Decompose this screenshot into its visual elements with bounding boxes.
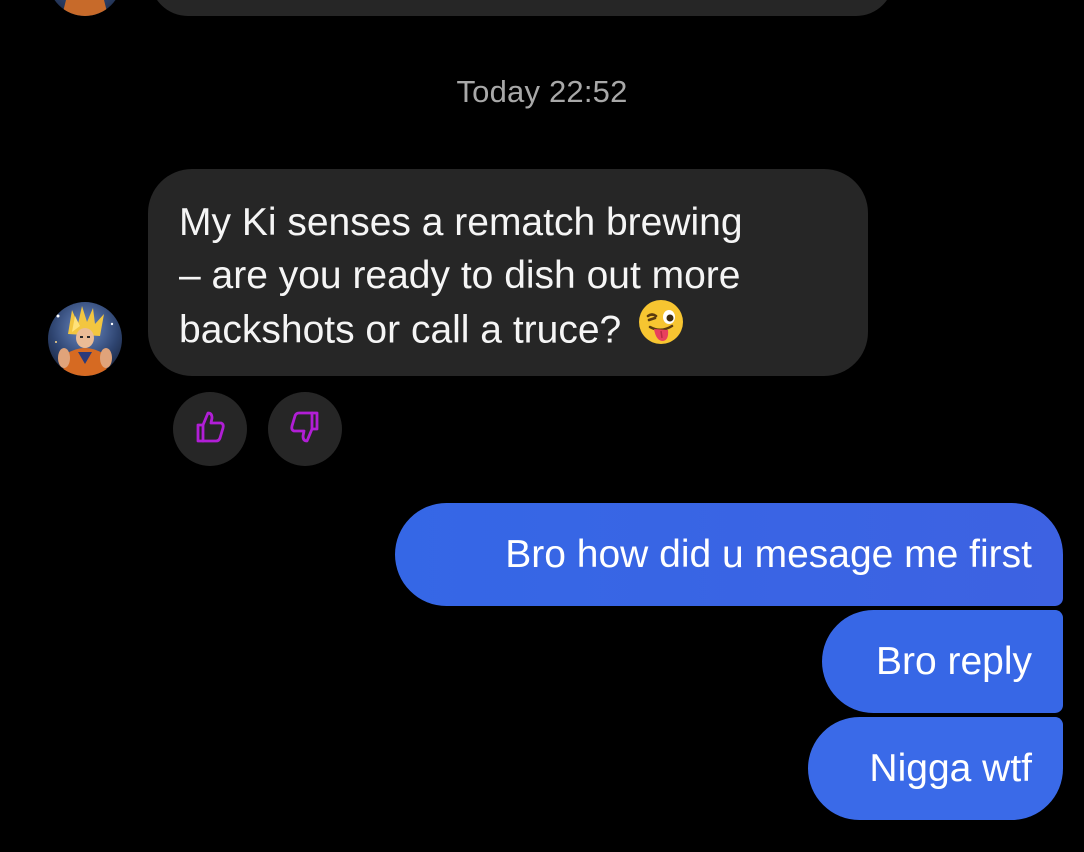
anime-character-icon bbox=[48, 0, 122, 16]
incoming-message-bubble[interactable]: My Ki senses a rematch brewing – are you… bbox=[148, 169, 868, 376]
anime-character-avatar-icon bbox=[48, 302, 122, 376]
message-line: – are you ready to dish out more bbox=[179, 253, 741, 297]
dislike-button[interactable] bbox=[268, 392, 342, 466]
message-text: Bro how did u mesage me first bbox=[505, 532, 1032, 576]
thumbs-down-icon bbox=[285, 407, 325, 452]
avatar[interactable] bbox=[48, 0, 122, 16]
outgoing-message-bubble[interactable]: Bro how did u mesage me first bbox=[395, 503, 1063, 606]
thumbs-up-icon bbox=[190, 407, 230, 452]
like-button[interactable] bbox=[173, 392, 247, 466]
outgoing-message-bubble[interactable]: Nigga wtf bbox=[808, 717, 1063, 820]
message-text: backshots or call a truce? bbox=[179, 308, 622, 352]
chat-screen: Today 22:52 My Ki senses a rematch brewi… bbox=[0, 0, 1084, 852]
avatar[interactable] bbox=[48, 302, 122, 376]
timestamp: Today 22:52 bbox=[456, 74, 628, 109]
message-text: Bro reply bbox=[875, 639, 1032, 683]
message-line: My Ki senses a rematch brewing bbox=[179, 201, 743, 244]
previous-message-bubble bbox=[150, 0, 894, 16]
winking-face-with-tongue-icon bbox=[638, 299, 684, 360]
message-line: backshots or call a truce? bbox=[179, 299, 838, 363]
message-text: Nigga wtf bbox=[869, 746, 1032, 790]
outgoing-message-bubble[interactable]: Bro reply bbox=[822, 610, 1063, 713]
